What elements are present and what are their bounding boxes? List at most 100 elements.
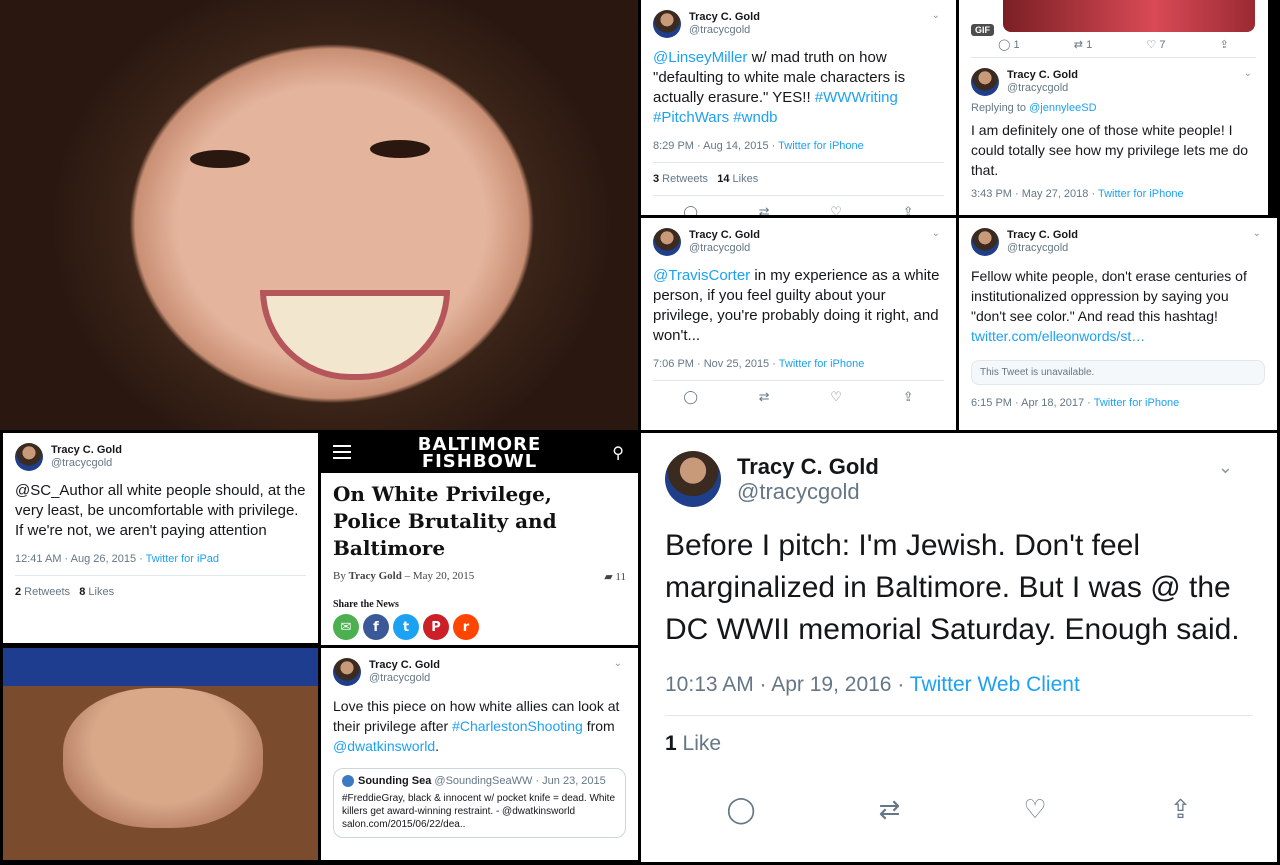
reddit-icon[interactable]: r bbox=[453, 614, 479, 640]
heart-icon[interactable]: ♡ bbox=[1023, 794, 1046, 825]
retweet-icon[interactable]: ⇄ bbox=[879, 794, 901, 825]
display-name[interactable]: Tracy C. Gold bbox=[1007, 69, 1078, 82]
chevron-down-icon[interactable]: ⌄ bbox=[1253, 228, 1261, 239]
tweet-meta: 8:29 PM · Aug 14, 2015 · Twitter for iPh… bbox=[653, 140, 864, 152]
share-icon[interactable]: ⇪ bbox=[1220, 38, 1229, 51]
photo-clasped-hands bbox=[3, 648, 318, 860]
display-name[interactable]: Tracy C. Gold bbox=[51, 444, 122, 457]
client-link[interactable]: Twitter for iPhone bbox=[1098, 188, 1184, 200]
reply-icon[interactable]: ◯ 1 bbox=[998, 38, 1020, 51]
retweet-icon[interactable]: ⇄ 1 bbox=[1074, 38, 1092, 51]
quote-meta: @SoundingSeaWW · Jun 23, 2015 bbox=[431, 775, 606, 787]
twitter-icon[interactable]: t bbox=[393, 614, 419, 640]
avatar[interactable] bbox=[333, 658, 361, 686]
handle[interactable]: @tracycgold bbox=[1007, 242, 1078, 255]
mention-link[interactable]: @LinseyMiller bbox=[653, 49, 747, 66]
quoted-tweet[interactable]: Sounding Sea @SoundingSeaWW · Jun 23, 20… bbox=[333, 768, 626, 838]
article-title[interactable]: On White Privilege, Police Brutality and… bbox=[321, 473, 638, 562]
reply-icon[interactable]: ◯ bbox=[683, 204, 698, 215]
action-bar: ◯ 1 ⇄ 1 ♡ 7 ⇪ bbox=[971, 38, 1256, 51]
handle[interactable]: @tracycgold bbox=[369, 672, 440, 685]
tweet-stats: 2 Retweets 8 Likes bbox=[15, 586, 115, 598]
heart-icon[interactable]: ♡ bbox=[830, 389, 842, 405]
handle[interactable]: @tracycgold bbox=[51, 457, 122, 470]
handle[interactable]: @tracycgold bbox=[689, 242, 760, 255]
reply-icon[interactable]: ◯ bbox=[683, 389, 698, 405]
author-link[interactable]: Tracy Gold bbox=[349, 570, 402, 582]
action-bar: ◯ ⇄ ♡ ⇪ bbox=[665, 794, 1253, 825]
avatar[interactable] bbox=[653, 228, 681, 256]
comment-count[interactable]: ▰ 11 bbox=[604, 570, 626, 583]
handle[interactable]: @tracycgold bbox=[689, 24, 760, 37]
client-link[interactable]: Twitter for iPhone bbox=[1094, 397, 1180, 409]
heart-icon[interactable]: ♡ bbox=[830, 204, 842, 215]
chevron-down-icon[interactable]: ⌄ bbox=[932, 10, 940, 21]
client-link[interactable]: Twitter for iPhone bbox=[779, 358, 865, 370]
display-name[interactable]: Tracy C. Gold bbox=[369, 659, 440, 672]
tweet-text: @TravisCorter in my experience as a whit… bbox=[653, 267, 940, 344]
chevron-down-icon[interactable]: ⌄ bbox=[1244, 68, 1252, 79]
tweet-meta: 10:13 AM · Apr 19, 2016 · Twitter Web Cl… bbox=[665, 673, 1080, 696]
handle[interactable]: @tracycgold bbox=[737, 479, 879, 504]
tweet-url-link[interactable]: twitter.com/elleonwords/st… bbox=[971, 328, 1145, 344]
display-name[interactable]: Tracy C. Gold bbox=[689, 11, 760, 24]
replying-to: Replying to @jennyleeSD bbox=[971, 102, 1097, 114]
tweet-text: Fellow white people, don't erase centuri… bbox=[971, 268, 1247, 344]
share-icon[interactable]: ⇪ bbox=[903, 204, 914, 215]
tweet-text: Before I pitch: I'm Jewish. Don't feel m… bbox=[665, 529, 1240, 646]
tweet-card-4[interactable]: Tracy C. Gold @tracycgold ⌄ Fellow white… bbox=[959, 218, 1277, 430]
reply-mention-link[interactable]: @jennyleeSD bbox=[1029, 102, 1096, 114]
chevron-down-icon[interactable]: ⌄ bbox=[1218, 457, 1233, 478]
reply-icon[interactable]: ◯ bbox=[726, 794, 755, 825]
share-icon[interactable]: ⇪ bbox=[1170, 794, 1192, 825]
pinterest-icon[interactable]: P bbox=[423, 614, 449, 640]
display-name[interactable]: Tracy C. Gold bbox=[737, 454, 879, 479]
article-screenshot: BALTIMORE FISHBOWL ⚲ On White Privilege, … bbox=[321, 433, 638, 645]
smile-shape bbox=[260, 290, 450, 380]
tweet-card-5[interactable]: Tracy C. Gold @tracycgold @SC_Author all… bbox=[3, 433, 318, 643]
share-icon[interactable]: ⇪ bbox=[903, 389, 914, 405]
hashtag-link[interactable]: #CharlestonShooting bbox=[452, 718, 583, 734]
handle[interactable]: @tracycgold bbox=[1007, 82, 1078, 95]
mention-link[interactable]: @dwatkinsworld bbox=[333, 738, 435, 754]
share-buttons: ✉ f t P r bbox=[321, 614, 638, 640]
quote-display-name: Sounding Sea bbox=[358, 775, 432, 787]
display-name[interactable]: Tracy C. Gold bbox=[1007, 229, 1078, 242]
site-logo[interactable]: BALTIMORE FISHBOWL bbox=[418, 436, 542, 471]
avatar[interactable] bbox=[653, 10, 681, 38]
tweet-card-featured[interactable]: Tracy C. Gold @tracycgold ⌄ Before I pit… bbox=[641, 433, 1277, 862]
client-link[interactable]: Twitter for iPad bbox=[146, 553, 219, 565]
search-icon[interactable]: ⚲ bbox=[612, 443, 624, 463]
email-icon[interactable]: ✉ bbox=[333, 614, 359, 640]
tweet-text: @LinseyMiller w/ mad truth on how "defau… bbox=[653, 49, 906, 126]
avatar[interactable] bbox=[971, 68, 999, 96]
tweet-text: I am definitely one of those white peopl… bbox=[971, 122, 1249, 178]
hands-shape bbox=[63, 688, 263, 828]
tweet-card-2[interactable]: GIF ◯ 1 ⇄ 1 ♡ 7 ⇪ Tracy C. Gold @tracycg… bbox=[959, 0, 1268, 215]
chevron-down-icon[interactable]: ⌄ bbox=[614, 658, 622, 669]
tweet-text: Love this piece on how white allies can … bbox=[333, 698, 620, 754]
tweet-meta: 6:15 PM · Apr 18, 2017 · Twitter for iPh… bbox=[971, 397, 1180, 409]
avatar[interactable] bbox=[15, 443, 43, 471]
retweet-icon[interactable]: ⇄ bbox=[759, 389, 770, 405]
left-eye bbox=[190, 150, 250, 168]
tweet-meta: 12:41 AM · Aug 26, 2015 · Twitter for iP… bbox=[15, 553, 220, 565]
site-header: BALTIMORE FISHBOWL ⚲ bbox=[321, 433, 638, 473]
facebook-icon[interactable]: f bbox=[363, 614, 389, 640]
menu-icon[interactable] bbox=[333, 445, 351, 459]
client-link[interactable]: Twitter for iPhone bbox=[778, 140, 864, 152]
client-link[interactable]: Twitter Web Client bbox=[910, 673, 1080, 696]
heart-icon[interactable]: ♡ 7 bbox=[1146, 38, 1165, 51]
tweet-card-1[interactable]: Tracy C. Gold @tracycgold ⌄ @LinseyMille… bbox=[641, 0, 956, 215]
tweet-card-3[interactable]: Tracy C. Gold @tracycgold ⌄ @TravisCorte… bbox=[641, 218, 956, 430]
avatar[interactable] bbox=[665, 451, 721, 507]
display-name[interactable]: Tracy C. Gold bbox=[689, 229, 760, 242]
tweet-meta: 7:06 PM · Nov 25, 2015 · Twitter for iPh… bbox=[653, 358, 865, 370]
mention-link[interactable]: @TravisCorter bbox=[653, 267, 750, 284]
retweet-icon[interactable]: ⇄ bbox=[759, 204, 770, 215]
avatar[interactable] bbox=[971, 228, 999, 256]
share-label: Share the News bbox=[333, 599, 399, 610]
tweet-card-6[interactable]: Tracy C. Gold @tracycgold ⌄ Love this pi… bbox=[321, 648, 638, 860]
gif-media[interactable] bbox=[1003, 0, 1255, 32]
chevron-down-icon[interactable]: ⌄ bbox=[932, 228, 940, 239]
